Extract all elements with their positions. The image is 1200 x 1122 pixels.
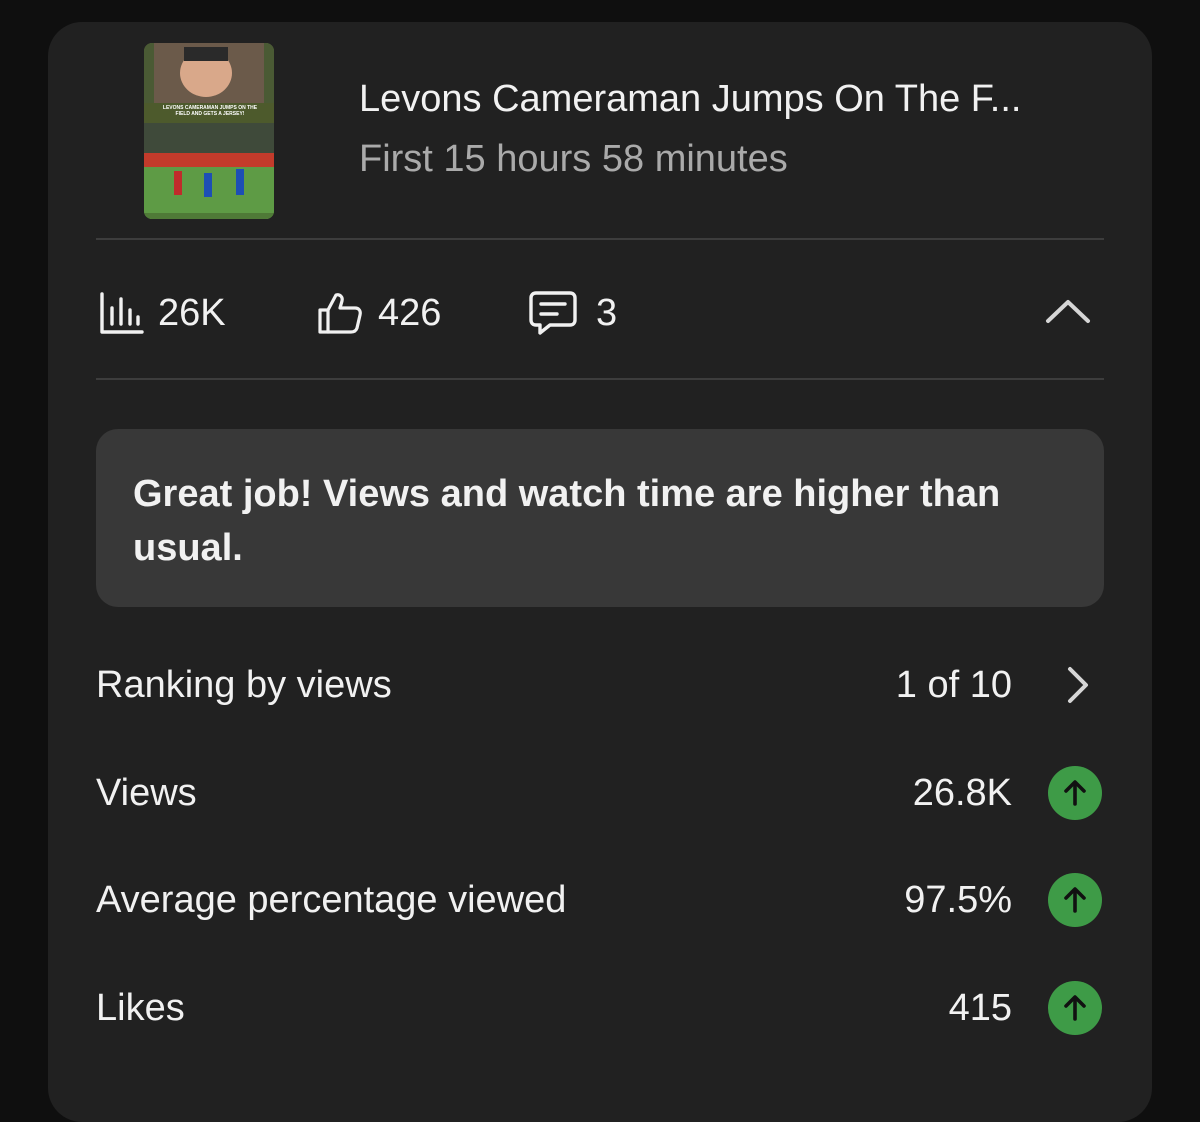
arrow-up-icon — [1048, 766, 1102, 820]
avg-percentage-row: Average percentage viewed 97.5% — [96, 871, 1104, 931]
arrow-up-icon — [1048, 873, 1102, 927]
metric-value: 97.5% — [904, 879, 1012, 921]
metric-value: 26.8K — [912, 772, 1012, 814]
comments-count: 3 — [596, 291, 618, 334]
metric-label: Likes — [96, 987, 185, 1029]
collapse-button[interactable] — [1038, 288, 1098, 338]
metric-label: Views — [96, 772, 197, 814]
likes-stat: 426 — [316, 288, 441, 338]
chevron-up-icon — [1044, 297, 1092, 330]
metric-value: 1 of 10 — [895, 664, 1012, 706]
banner-message: Great job! Views and watch time are high… — [133, 473, 1001, 569]
likes-metric-row: Likes 415 — [96, 979, 1104, 1039]
thumbnail-caption: LEVONS CAMERAMAN JUMPS ON THE FIELD AND … — [162, 105, 258, 117]
metric-label: Average percentage viewed — [96, 879, 567, 921]
views-metric-row: Views 26.8K — [96, 764, 1104, 824]
views-count: 26K — [158, 291, 226, 334]
comment-icon — [528, 289, 578, 337]
comments-stat: 3 — [528, 288, 617, 338]
thumbs-up-icon — [316, 289, 364, 337]
divider-bottom — [96, 378, 1104, 380]
likes-count: 426 — [378, 291, 442, 334]
bar-chart-icon — [98, 290, 144, 336]
metric-value: 415 — [948, 987, 1012, 1029]
arrow-up-icon — [1048, 981, 1102, 1035]
video-title[interactable]: Levons Cameraman Jumps On The F... — [359, 78, 1119, 121]
video-thumbnail[interactable]: LEVONS CAMERAMAN JUMPS ON THE FIELD AND … — [144, 43, 274, 219]
video-timeframe: First 15 hours 58 minutes — [359, 138, 788, 180]
video-analytics-card: LEVONS CAMERAMAN JUMPS ON THE FIELD AND … — [48, 22, 1152, 1122]
views-stat: 26K — [98, 288, 226, 338]
ranking-row[interactable]: Ranking by views 1 of 10 — [96, 656, 1104, 716]
chevron-right-icon — [1058, 662, 1098, 708]
divider-top — [96, 238, 1104, 240]
metric-label: Ranking by views — [96, 664, 392, 706]
performance-banner: Great job! Views and watch time are high… — [96, 429, 1104, 607]
thumbnail-image — [144, 43, 274, 219]
